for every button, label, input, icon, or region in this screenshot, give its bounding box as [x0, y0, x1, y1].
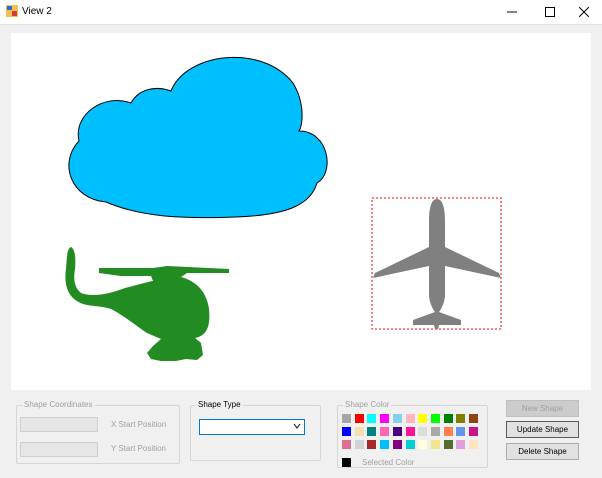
color-swatch[interactable]	[405, 427, 415, 436]
color-swatch[interactable]	[380, 414, 390, 423]
color-swatch[interactable]	[430, 440, 440, 449]
color-swatch[interactable]	[405, 440, 415, 449]
shape-color-group: Shape Color Selected Color	[337, 400, 488, 468]
color-swatch[interactable]	[367, 440, 377, 449]
drawing-canvas[interactable]	[11, 33, 591, 390]
color-swatch[interactable]	[443, 414, 453, 423]
color-swatch[interactable]	[418, 414, 428, 423]
color-swatch[interactable]	[392, 427, 402, 436]
new-shape-button[interactable]: New Shape	[506, 400, 579, 417]
color-swatch[interactable]	[418, 440, 428, 449]
color-swatch[interactable]	[367, 414, 377, 423]
color-swatch[interactable]	[456, 427, 466, 436]
x-start-label: X Start Position	[111, 420, 167, 429]
maximize-button[interactable]	[532, 0, 568, 24]
color-swatch[interactable]	[354, 414, 364, 423]
color-swatch[interactable]	[392, 414, 402, 423]
delete-shape-button[interactable]: Delete Shape	[506, 443, 579, 460]
window-title: View 2	[22, 6, 52, 17]
app-icon	[6, 5, 18, 17]
y-start-label: Y Start Position	[111, 444, 166, 453]
close-button[interactable]	[566, 0, 602, 24]
color-swatch[interactable]	[354, 440, 364, 449]
color-swatch[interactable]	[456, 440, 466, 449]
shape-coordinates-group: Shape Coordinates X Start Position Y Sta…	[16, 400, 180, 464]
minimize-button[interactable]	[494, 0, 530, 24]
title-bar: View 2	[0, 0, 602, 25]
color-swatch[interactable]	[469, 427, 478, 436]
color-swatch[interactable]	[405, 414, 415, 423]
selected-color-label: Selected Color	[362, 458, 415, 467]
shape-type-select[interactable]	[199, 419, 305, 435]
color-swatch[interactable]	[354, 427, 364, 436]
x-start-input[interactable]	[20, 417, 98, 432]
color-swatch[interactable]	[430, 427, 440, 436]
color-swatch[interactable]	[469, 414, 478, 423]
cloud-shape[interactable]	[68, 56, 328, 219]
color-swatch[interactable]	[342, 427, 351, 436]
color-swatch[interactable]	[392, 440, 402, 449]
maximize-icon	[545, 7, 555, 17]
color-swatch[interactable]	[418, 427, 428, 436]
color-swatch[interactable]	[367, 427, 377, 436]
color-swatch[interactable]	[380, 427, 390, 436]
shape-type-group: Shape Type	[190, 400, 321, 461]
minimize-icon	[507, 11, 517, 13]
airplane-shape[interactable]	[373, 199, 501, 329]
color-swatch[interactable]	[342, 414, 351, 423]
y-start-input[interactable]	[20, 442, 98, 457]
selected-color-swatch	[342, 458, 351, 467]
color-swatch[interactable]	[456, 414, 466, 423]
shape-color-legend: Shape Color	[343, 400, 392, 409]
color-swatch[interactable]	[443, 427, 453, 436]
color-swatch[interactable]	[380, 440, 390, 449]
shape-type-legend: Shape Type	[196, 400, 243, 409]
color-swatch[interactable]	[443, 440, 453, 449]
update-shape-button[interactable]: Update Shape	[506, 421, 579, 438]
color-swatch[interactable]	[430, 414, 440, 423]
chevron-down-icon	[293, 423, 301, 429]
color-swatch[interactable]	[342, 440, 351, 449]
shape-coordinates-legend: Shape Coordinates	[22, 400, 95, 409]
color-swatch[interactable]	[469, 440, 478, 449]
helicopter-shape[interactable]	[65, 247, 230, 361]
close-icon	[579, 7, 589, 17]
